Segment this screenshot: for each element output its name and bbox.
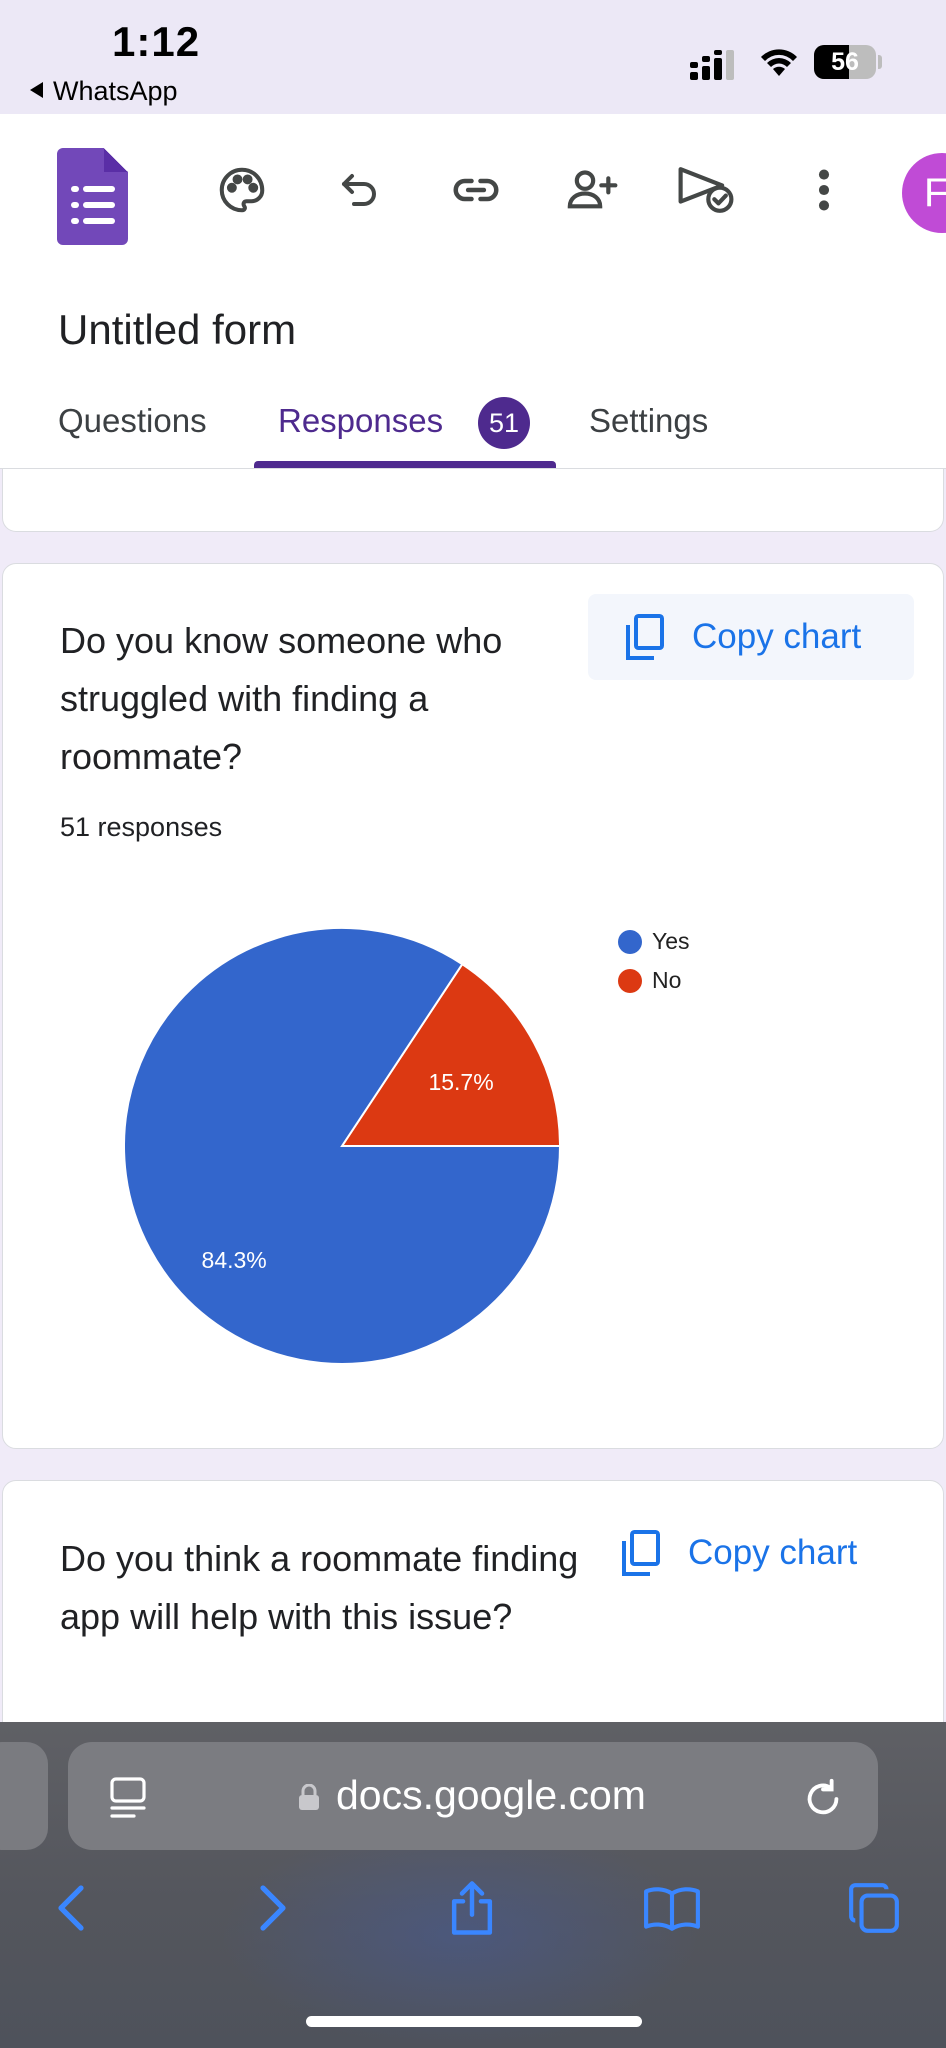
signal-icon bbox=[690, 50, 734, 80]
pie-label-no: 15.7% bbox=[428, 1069, 493, 1095]
copy-icon bbox=[622, 1530, 660, 1576]
back-arrow-icon bbox=[30, 82, 43, 98]
send-icon[interactable] bbox=[676, 160, 736, 220]
form-title[interactable]: Untitled form bbox=[58, 306, 296, 354]
forward-icon[interactable] bbox=[244, 1878, 304, 1938]
legend-swatch-no bbox=[618, 968, 642, 993]
previous-card bbox=[2, 469, 944, 532]
google-forms-logo[interactable] bbox=[57, 148, 128, 245]
legend-item-no: No bbox=[618, 967, 681, 994]
question-title: Do you know someone who struggled with f… bbox=[60, 620, 503, 777]
tab-settings[interactable]: Settings bbox=[589, 402, 708, 440]
pie-chart: 15.7% 84.3% bbox=[123, 927, 562, 1365]
battery-cap bbox=[878, 55, 882, 69]
copy-chart-button[interactable]: Copy chart bbox=[588, 594, 914, 680]
bookmarks-icon[interactable] bbox=[642, 1878, 702, 1938]
pie-label-yes: 84.3% bbox=[202, 1247, 267, 1273]
back-to-app-link[interactable]: WhatsApp bbox=[30, 76, 178, 107]
battery-level: 56 bbox=[831, 48, 859, 76]
more-vert-icon[interactable] bbox=[794, 160, 854, 220]
reader-mode-icon[interactable] bbox=[108, 1776, 148, 1825]
legend-label-no: No bbox=[652, 967, 682, 993]
response-count: 51 responses bbox=[60, 812, 223, 842]
wifi-icon bbox=[761, 49, 797, 76]
link-icon[interactable] bbox=[446, 160, 506, 220]
question-title: Do you think a roommate finding app will… bbox=[60, 1538, 579, 1637]
active-tab-indicator bbox=[254, 461, 556, 468]
url-text[interactable]: docs.google.com bbox=[336, 1772, 646, 1819]
battery-indicator: 56 bbox=[814, 45, 876, 79]
palette-icon[interactable] bbox=[212, 160, 272, 220]
legend-label-yes: Yes bbox=[652, 928, 690, 954]
tab-responses[interactable]: Responses bbox=[278, 402, 443, 440]
copy-chart-label: Copy chart bbox=[688, 1533, 858, 1572]
copy-chart-button[interactable]: Copy chart bbox=[618, 1510, 908, 1596]
copy-chart-label: Copy chart bbox=[692, 617, 862, 656]
previous-tab-preview[interactable] bbox=[0, 1742, 48, 1850]
legend-item-yes: Yes bbox=[618, 928, 690, 955]
tab-questions[interactable]: Questions bbox=[58, 402, 207, 440]
home-indicator bbox=[306, 2016, 642, 2027]
add-collaborator-icon[interactable] bbox=[562, 160, 622, 220]
reload-icon[interactable] bbox=[800, 1776, 846, 1827]
responses-count-badge: 51 bbox=[478, 397, 530, 449]
lock-icon bbox=[299, 1784, 319, 1810]
legend-swatch-yes bbox=[618, 929, 642, 954]
back-app-label: WhatsApp bbox=[53, 76, 178, 106]
share-icon[interactable] bbox=[442, 1878, 502, 1938]
copy-icon bbox=[626, 614, 664, 660]
undo-icon[interactable] bbox=[330, 160, 390, 220]
tabs-icon[interactable] bbox=[844, 1878, 904, 1938]
back-icon[interactable] bbox=[40, 1878, 100, 1938]
status-time: 1:12 bbox=[112, 18, 201, 65]
